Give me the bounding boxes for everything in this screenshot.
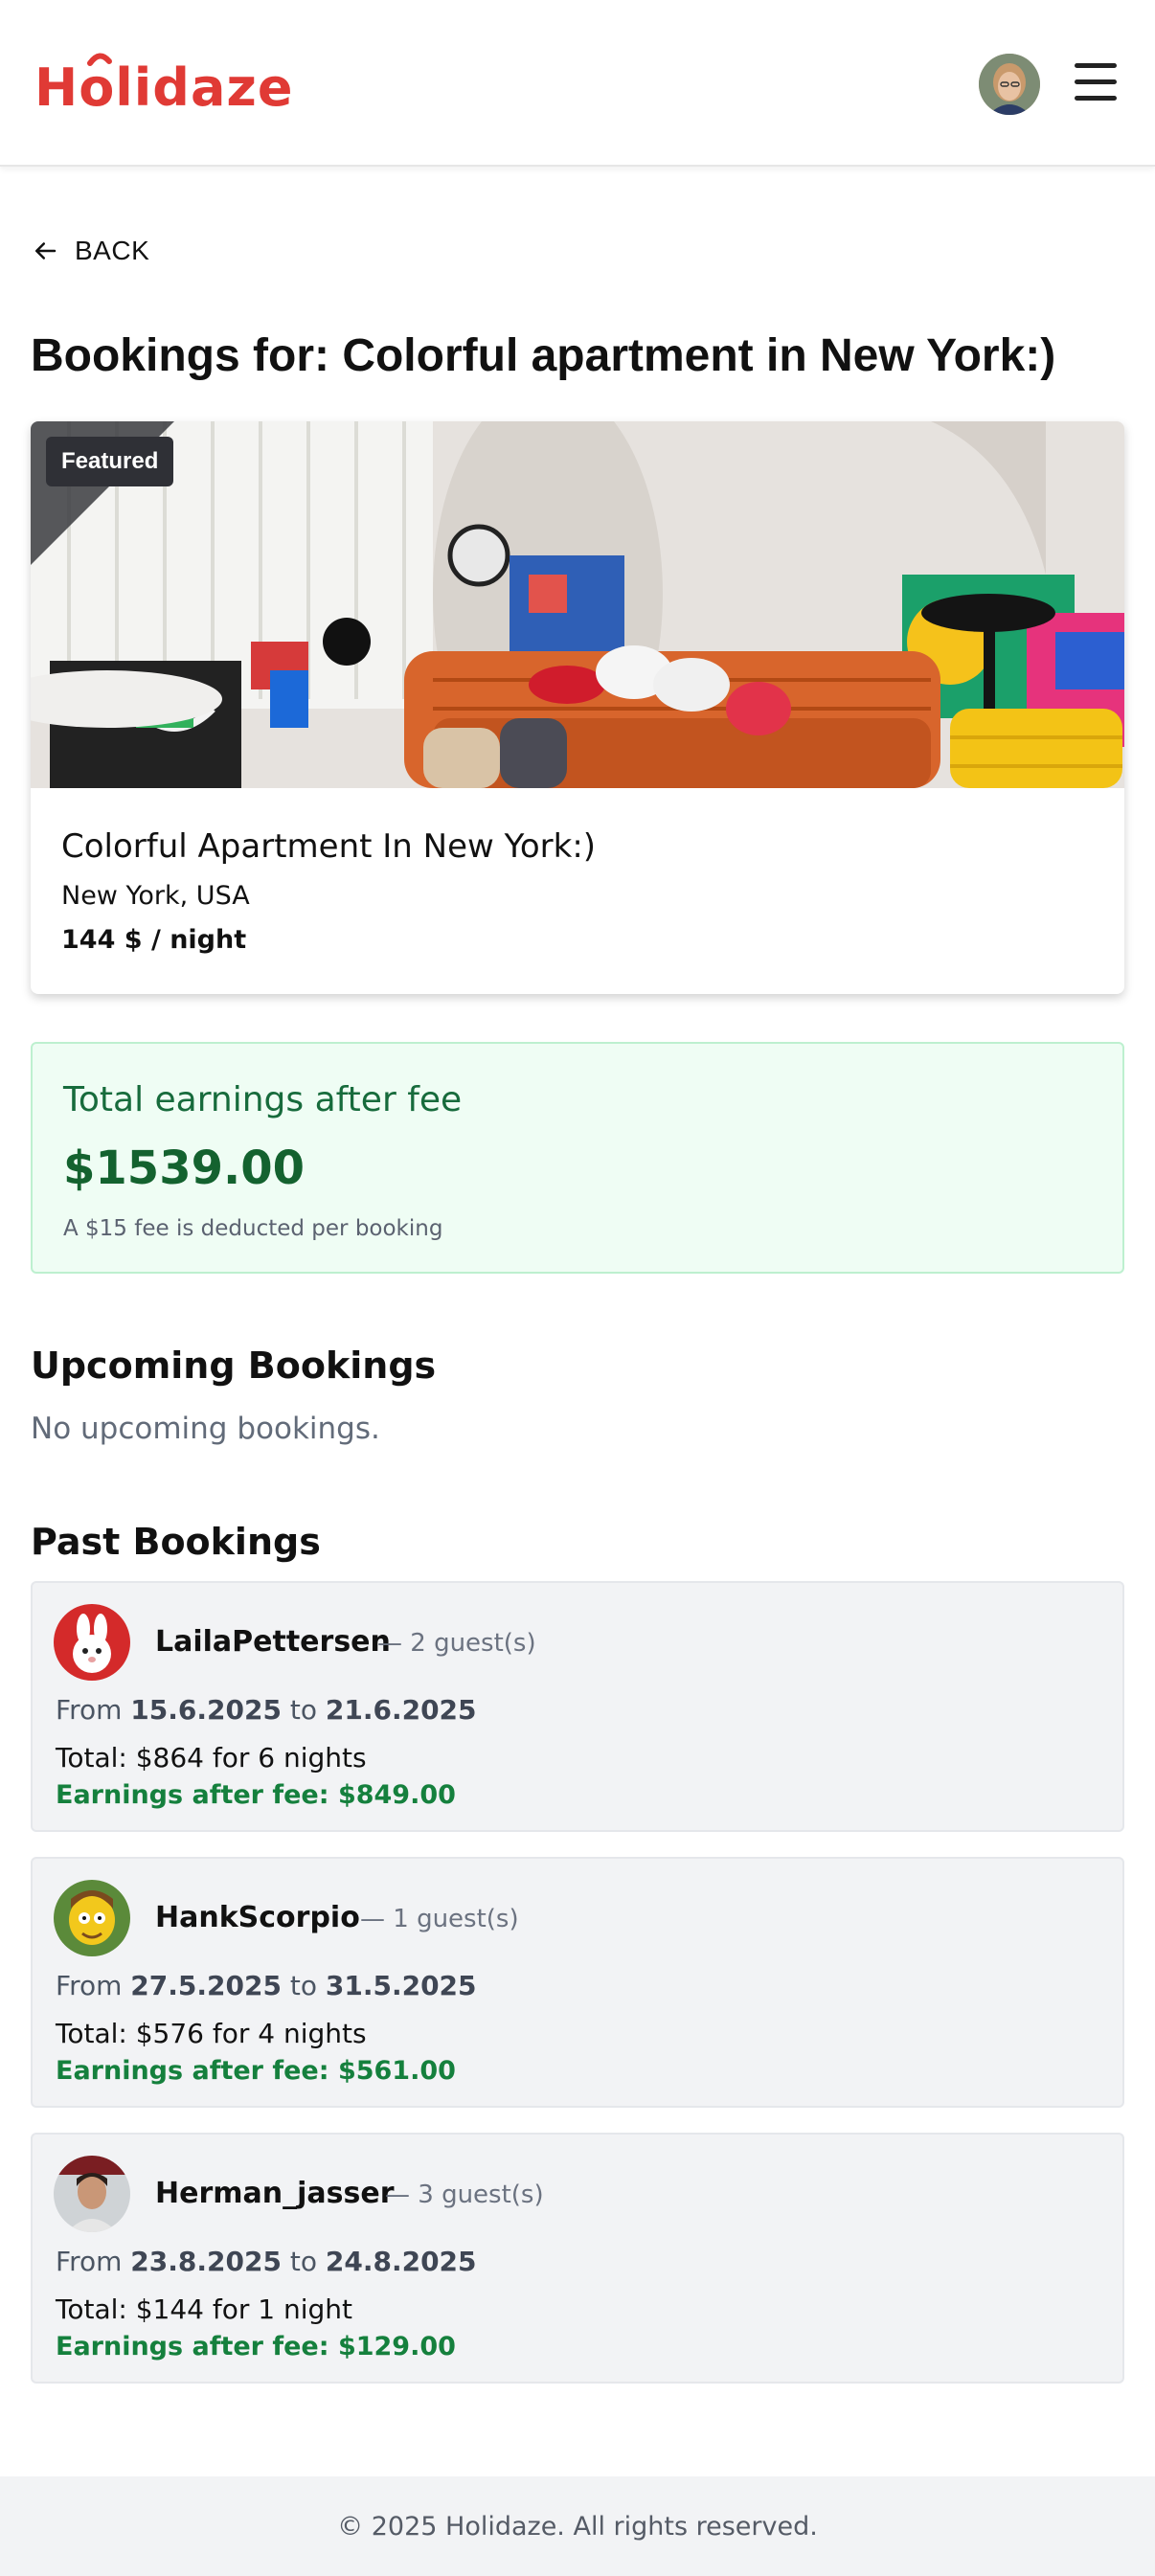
upcoming-bookings-heading: Upcoming Bookings [31, 1344, 437, 1387]
listing-photo [31, 421, 1124, 788]
guest-name: Herman_jasser [155, 2177, 395, 2210]
holidaze-logo[interactable]: Holidaze [34, 46, 303, 123]
page-title: Bookings for: Colorful apartment in New … [31, 330, 1056, 381]
date-from: 15.6.2025 [130, 1694, 282, 1726]
earnings-summary: Total earnings after fee $1539.00 A $15 … [31, 1042, 1124, 1274]
past-bookings-heading: Past Bookings [31, 1521, 321, 1563]
site-footer: © 2025 Holidaze. All rights reserved. [0, 2476, 1155, 2576]
booking-total: Total: $144 for 1 night [56, 2294, 353, 2325]
booking-earnings: Earnings after fee: $561.00 [56, 2056, 456, 2086]
guest-count: — 3 guest(s) [385, 2181, 544, 2209]
date-to: 21.6.2025 [325, 1694, 477, 1726]
guest-name: HankScorpio [155, 1901, 360, 1934]
hamburger-menu-icon[interactable] [1075, 63, 1117, 102]
copyright-text: © 2025 Holidaze. All rights reserved. [337, 2511, 818, 2542]
booking-dates: From 15.6.2025 to 21.6.2025 [56, 1694, 477, 1726]
back-label: BACK [75, 236, 150, 265]
booking-dates: From 27.5.2025 to 31.5.2025 [56, 1970, 477, 2001]
listing-card[interactable]: Featured Colorful Apartment In New York:… [31, 421, 1124, 994]
booking-earnings: Earnings after fee: $129.00 [56, 2332, 456, 2361]
featured-badge: Featured [46, 437, 174, 486]
booking-earnings: Earnings after fee: $849.00 [56, 1780, 456, 1810]
earnings-amount: $1539.00 [63, 1141, 306, 1195]
booking-card[interactable]: LailaPettersen — 2 guest(s) From 15.6.20… [31, 1581, 1124, 1832]
listing-name: Colorful Apartment In New York:) [61, 827, 597, 866]
listing-location: New York, USA [61, 881, 250, 911]
booking-card[interactable]: Herman_jasser — 3 guest(s) From 23.8.202… [31, 2133, 1124, 2384]
date-from: 23.8.2025 [130, 2246, 282, 2277]
date-to: 24.8.2025 [325, 2246, 477, 2277]
booking-dates: From 23.8.2025 to 24.8.2025 [56, 2246, 477, 2277]
guest-name: LailaPettersen [155, 1625, 391, 1659]
guest-avatar [54, 2156, 130, 2232]
arrow-left-icon [35, 242, 57, 260]
date-to: 31.5.2025 [325, 1970, 477, 2001]
earnings-title: Total earnings after fee [63, 1080, 463, 1119]
site-header: Holidaze [0, 0, 1155, 167]
guest-avatar [54, 1880, 130, 1956]
booking-total: Total: $864 for 6 nights [56, 1742, 367, 1774]
booking-card[interactable]: HankScorpio — 1 guest(s) From 27.5.2025 … [31, 1857, 1124, 2108]
booking-total: Total: $576 for 4 nights [56, 2018, 367, 2049]
back-button[interactable]: BACK [31, 234, 149, 268]
date-from: 27.5.2025 [130, 1970, 282, 2001]
earnings-note: A $15 fee is deducted per booking [63, 1216, 443, 1241]
guest-avatar [54, 1604, 130, 1681]
guest-count: — 1 guest(s) [360, 1905, 519, 1933]
guest-count: — 2 guest(s) [377, 1629, 536, 1658]
upcoming-empty-message: No upcoming bookings. [31, 1412, 380, 1446]
user-avatar[interactable] [979, 54, 1040, 115]
logo-text: Holidaze [34, 57, 293, 118]
listing-price: 144 $ / night [61, 925, 247, 955]
